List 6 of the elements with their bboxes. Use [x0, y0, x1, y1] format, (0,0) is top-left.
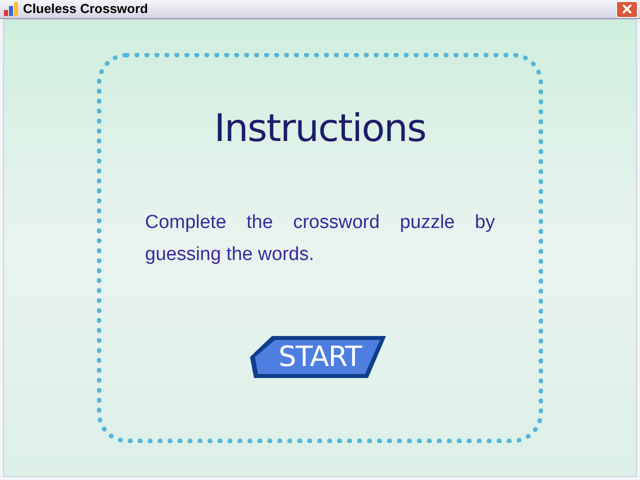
close-button[interactable] — [616, 0, 638, 18]
window-title: Clueless Crossword — [23, 0, 148, 18]
close-icon — [622, 4, 632, 14]
app-icon — [4, 2, 18, 16]
instructions-text: Complete the crossword puzzle by guessing the words. — [145, 211, 495, 267]
panel-heading: Instructions — [214, 105, 426, 152]
